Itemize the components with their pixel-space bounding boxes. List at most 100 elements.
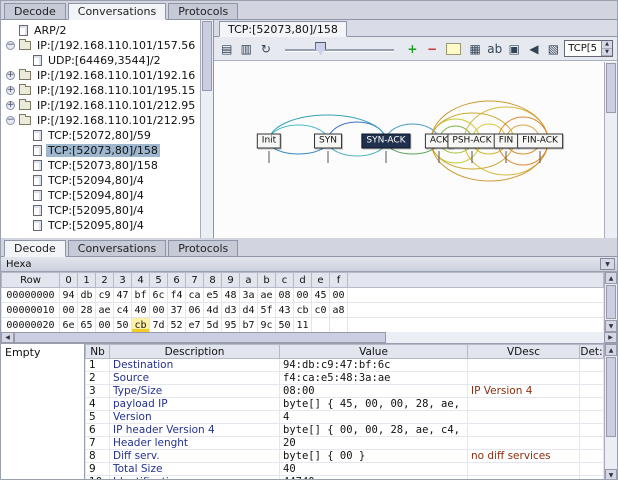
field-row[interactable]: 9 Total Size 40 <box>85 462 604 476</box>
hex-byte-cell[interactable]: ae <box>95 302 114 318</box>
detail-scroll-down-button[interactable]: ▼ <box>605 469 617 479</box>
field-row[interactable]: 8 Diff serv. byte[] { 00 } no diff services <box>85 449 604 463</box>
field-row[interactable]: 4 payload IP byte[] { 45, 00, 00, 28, ae, … <box>85 397 604 411</box>
hex-byte-cell[interactable]: 37 <box>167 302 186 318</box>
tree-item-tcp-52072-80-59[interactable]: TCP:[52072,80]/59 <box>1 128 213 143</box>
hex-byte-cell[interactable]: 11 <box>293 317 312 332</box>
hex-byte-cell[interactable]: 6e <box>59 317 78 332</box>
hex-byte-cell[interactable]: 00 <box>329 287 348 303</box>
hex-byte-cell[interactable]: 43 <box>275 302 294 318</box>
hex-byte-cell[interactable]: ca <box>185 287 204 303</box>
state-node-init[interactable]: Init <box>256 133 282 149</box>
tree-item-tcp-52095-80-4[interactable]: TCP:[52095,80]/4 <box>1 218 213 233</box>
top-tab-protocols[interactable]: Protocols <box>168 3 239 19</box>
hex-byte-cell[interactable]: a8 <box>329 302 348 318</box>
field-row[interactable]: 6 IP header Version 4 byte[] { 00, 00, 28,… <box>85 423 604 437</box>
hex-vscrollbar[interactable]: ▲ ▼ <box>604 272 617 332</box>
hex-byte-cell[interactable]: 7d <box>149 317 168 332</box>
tree-toggle-handle[interactable]: + <box>6 101 15 110</box>
hex-byte-cell[interactable]: cb <box>131 317 150 332</box>
hex-byte-cell[interactable]: 00 <box>149 302 168 318</box>
hex-scroll-up-button[interactable]: ▲ <box>605 272 617 284</box>
tree-item-ip-192-168-110-101-212-95[interactable]: + IP:[/192.168.110.101/212.95 <box>1 98 213 113</box>
tab-tcp-conversation[interactable]: TCP:[52073,80]/158 <box>219 21 347 37</box>
hex-byte-cell[interactable]: c0 <box>311 302 330 318</box>
hex-byte-cell[interactable]: 08 <box>275 287 294 303</box>
field-row[interactable]: 5 Version 4 <box>85 410 604 424</box>
hex-byte-cell[interactable]: 52 <box>167 317 186 332</box>
tree-item-ip-192-168-110-101-195-15[interactable]: + IP:[/192.168.110.101/195.15 <box>1 83 213 98</box>
hex-byte-cell[interactable]: d3 <box>221 302 240 318</box>
tree-toggle-handle[interactable]: + <box>6 86 15 95</box>
hex-scrollbar-thumb[interactable] <box>606 285 616 319</box>
combo-spin-up-icon[interactable]: ▲ <box>602 41 612 49</box>
tree-item-arp-2[interactable]: ARP/2 <box>1 23 213 38</box>
combo-spin-down-icon[interactable]: ▼ <box>602 49 612 56</box>
refresh-icon[interactable]: ↻ <box>257 40 275 58</box>
tree-item-ip-192-168-110-101-157-56[interactable]: − IP:[/192.168.110.101/157.56 <box>1 38 213 53</box>
hex-byte-cell[interactable]: 06 <box>185 302 204 318</box>
hex-byte-cell[interactable]: 50 <box>275 317 294 332</box>
graph-scrollbar-thumb[interactable] <box>606 63 616 113</box>
hex-byte-cell[interactable]: 65 <box>77 317 96 332</box>
grid-icon[interactable]: ▦ <box>466 40 484 58</box>
tree-scrollbar[interactable] <box>200 20 213 238</box>
hex-byte-cell[interactable]: 94 <box>59 287 78 303</box>
top-tab-conversations[interactable]: Conversations <box>67 3 167 20</box>
field-row[interactable]: 3 Type/Size 08:00 IP Version 4 <box>85 384 604 398</box>
hex-byte-cell[interactable]: db <box>77 287 96 303</box>
hex-byte-cell[interactable]: 4d <box>203 302 222 318</box>
detail-vscrollbar[interactable]: ▲ ▼ <box>604 344 617 479</box>
hex-byte-cell[interactable]: 28 <box>77 302 96 318</box>
hex-byte-cell[interactable]: c4 <box>113 302 132 318</box>
hex-byte-cell[interactable]: e7 <box>185 317 204 332</box>
hex-byte-cell[interactable]: 40 <box>131 302 150 318</box>
hex-byte-cell[interactable]: ae <box>257 287 276 303</box>
tree-item-tcp-52095-80-4[interactable]: TCP:[52095,80]/4 <box>1 203 213 218</box>
hex-hscrollbar-thumb[interactable] <box>14 332 386 343</box>
hex-byte-cell[interactable]: c9 <box>95 287 114 303</box>
hex-byte-cell[interactable]: 47 <box>113 287 132 303</box>
hex-byte-cell[interactable]: 45 <box>311 287 330 303</box>
combo-spinner[interactable]: ▲ ▼ <box>601 41 612 56</box>
open-file-icon[interactable]: ▤ <box>218 40 236 58</box>
hex-byte-cell[interactable]: cb <box>293 302 312 318</box>
top-tab-decode[interactable]: Decode <box>4 3 66 19</box>
hex-byte-cell[interactable]: 6c <box>149 287 168 303</box>
remove-icon[interactable]: − <box>423 40 441 58</box>
hex-byte-cell[interactable]: b7 <box>239 317 258 332</box>
nodes-icon[interactable]: ▣ <box>506 40 524 58</box>
hex-byte-cell[interactable]: 95 <box>221 317 240 332</box>
tree-item-tcp-52094-80-4[interactable]: TCP:[52094,80]/4 <box>1 188 213 203</box>
tree-item-ip-192-168-110-101-212-95[interactable]: − IP:[/192.168.110.101/212.95 <box>1 113 213 128</box>
graph-scrollbar[interactable] <box>604 62 617 238</box>
hex-byte-cell[interactable]: 00 <box>95 317 114 332</box>
state-node-fin[interactable]: FIN <box>493 133 519 149</box>
tree-toggle-handle[interactable]: − <box>6 41 15 50</box>
tree-toggle-handle[interactable]: − <box>6 116 15 125</box>
zoom-slider[interactable] <box>284 41 394 57</box>
field-row[interactable]: 1 Destination 94:db:c9:47:bf:6c <box>85 358 604 372</box>
layout-icon[interactable]: ▧ <box>545 40 563 58</box>
hex-byte-cell[interactable]: 9c <box>257 317 276 332</box>
tree-scrollbar-thumb[interactable] <box>202 21 212 91</box>
state-node-fin-ack[interactable]: FIN-ACK <box>517 133 563 149</box>
hex-scroll-down-button[interactable]: ▼ <box>605 320 617 332</box>
hexa-dropdown-button[interactable]: ▼ <box>600 258 615 270</box>
detail-scroll-up-button[interactable]: ▲ <box>605 344 617 356</box>
mid-tab-decode[interactable]: Decode <box>4 240 66 257</box>
tree-item-tcp-52073-80-158[interactable]: TCP:[52073,80]/158 <box>1 143 213 158</box>
hex-byte-cell[interactable]: 3a <box>239 287 258 303</box>
hex-byte-cell[interactable]: 48 <box>221 287 240 303</box>
save-icon[interactable]: ▥ <box>238 40 256 58</box>
hex-byte-cell[interactable] <box>311 317 330 332</box>
state-node-syn-ack[interactable]: SYN-ACK <box>361 133 411 149</box>
tree-item-udp-64469-3544-2[interactable]: UDP:[64469,3544]/2 <box>1 53 213 68</box>
hex-scroll-right-button[interactable]: ▶ <box>604 332 617 343</box>
detail-scrollbar-thumb[interactable] <box>606 357 616 437</box>
hex-byte-cell[interactable]: d4 <box>239 302 258 318</box>
hex-byte-cell[interactable]: bf <box>131 287 150 303</box>
hex-scroll-left-button[interactable]: ◀ <box>1 332 14 343</box>
state-node-psh-ack[interactable]: PSH-ACK <box>447 133 497 149</box>
hex-byte-cell[interactable]: 00 <box>293 287 312 303</box>
